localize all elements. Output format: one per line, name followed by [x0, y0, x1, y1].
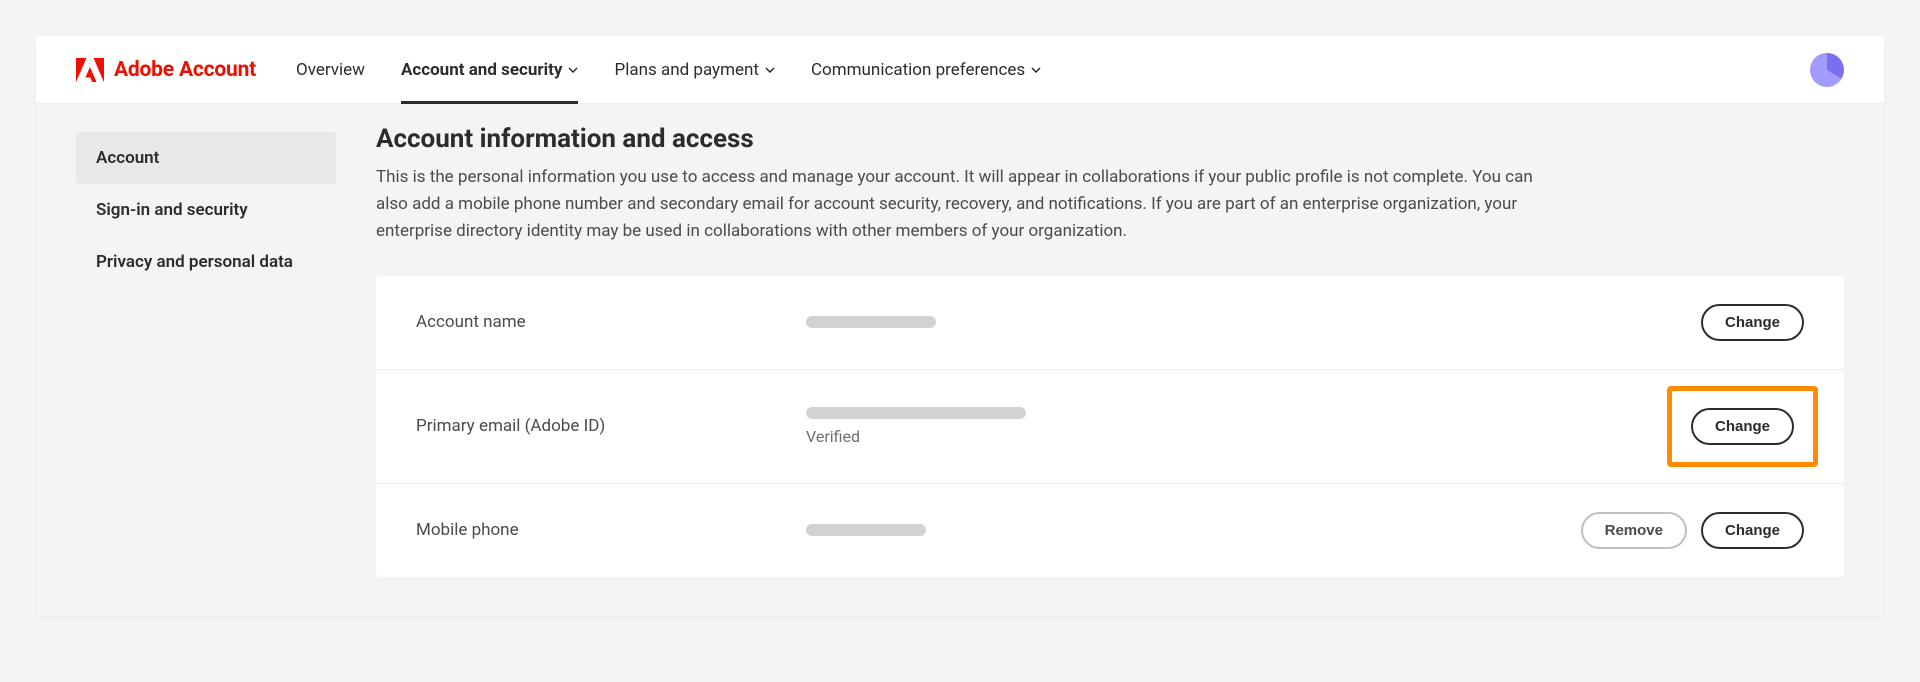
chevron-down-icon — [568, 65, 578, 75]
chevron-down-icon — [1031, 65, 1041, 75]
row-value: Verified — [806, 407, 1681, 446]
sidebar-item-label: Sign-in and security — [96, 200, 248, 220]
nav-overview-label: Overview — [296, 60, 365, 80]
nav-account-security[interactable]: Account and security — [401, 36, 579, 104]
email-status: Verified — [806, 427, 1681, 446]
brand[interactable]: Adobe Account — [76, 58, 256, 82]
page-title: Account information and access — [376, 124, 1844, 154]
sidebar-item-label: Privacy and personal data — [96, 252, 293, 272]
page-container: Adobe Account Overview Account and secur… — [36, 36, 1884, 617]
sidebar-item-label: Account — [96, 148, 159, 168]
sidebar-item-account[interactable]: Account — [76, 132, 336, 184]
nav-plans-payment-label: Plans and payment — [614, 60, 759, 80]
row-label: Primary email (Adobe ID) — [416, 416, 806, 436]
row-primary-email: Primary email (Adobe ID) Verified Change — [376, 369, 1844, 483]
row-value — [806, 524, 1581, 536]
change-mobile-button[interactable]: Change — [1701, 512, 1804, 549]
nav-account-security-label: Account and security — [401, 60, 563, 80]
remove-mobile-button[interactable]: Remove — [1581, 512, 1687, 549]
row-actions: Change — [1681, 398, 1804, 455]
nav-comm-prefs[interactable]: Communication preferences — [811, 36, 1041, 104]
row-value — [806, 316, 1701, 328]
change-primary-email-button[interactable]: Change — [1691, 408, 1794, 445]
sidebar-item-signin-security[interactable]: Sign-in and security — [76, 184, 336, 236]
top-nav: Adobe Account Overview Account and secur… — [36, 36, 1884, 104]
adobe-logo-icon — [76, 58, 104, 82]
nav-comm-prefs-label: Communication preferences — [811, 60, 1025, 80]
nav-plans-payment[interactable]: Plans and payment — [614, 36, 775, 104]
redacted-value — [806, 524, 926, 536]
primary-nav: Overview Account and security Plans and … — [296, 36, 1810, 104]
user-avatar[interactable] — [1810, 53, 1844, 87]
row-label: Account name — [416, 312, 806, 332]
redacted-value — [806, 407, 1026, 419]
row-actions: Remove Change — [1581, 512, 1804, 549]
main-content: Account information and access This is t… — [376, 124, 1844, 577]
account-info-card: Account name Change Primary email (Adobe… — [376, 276, 1844, 577]
change-account-name-button[interactable]: Change — [1701, 304, 1804, 341]
row-account-name: Account name Change — [376, 276, 1844, 369]
brand-text: Adobe Account — [114, 58, 256, 82]
sidebar: Account Sign-in and security Privacy and… — [76, 124, 336, 577]
content-body: Account Sign-in and security Privacy and… — [36, 104, 1884, 617]
row-mobile-phone: Mobile phone Remove Change — [376, 483, 1844, 577]
page-description: This is the personal information you use… — [376, 164, 1556, 246]
redacted-value — [806, 316, 936, 328]
nav-overview[interactable]: Overview — [296, 36, 365, 104]
row-actions: Change — [1701, 304, 1804, 341]
row-label: Mobile phone — [416, 520, 806, 540]
sidebar-item-privacy[interactable]: Privacy and personal data — [76, 236, 336, 288]
chevron-down-icon — [765, 65, 775, 75]
